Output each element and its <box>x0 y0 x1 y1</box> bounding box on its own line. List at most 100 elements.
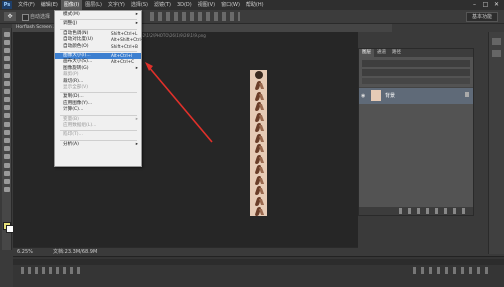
menu-option: 应用数据组(L)... <box>55 123 141 129</box>
image-frame <box>251 154 266 165</box>
auto-select-checkbox[interactable] <box>22 14 29 21</box>
image-figure-detail <box>258 198 265 205</box>
menu-option[interactable]: 自动颜色(O) Shift+Ctrl+B <box>55 44 141 50</box>
layer-filter-row[interactable] <box>362 60 470 67</box>
menu-option-label: 模式(M) <box>63 12 80 17</box>
blend-mode-row[interactable] <box>362 69 470 76</box>
menu-item[interactable]: 窗口(W) <box>218 0 243 10</box>
zoom-tool-icon[interactable] <box>3 187 10 193</box>
status-bar: 6.25% 文档:23.3M/68.9M <box>13 247 358 256</box>
menu-option: 显示全部(V) <box>55 85 141 91</box>
menu-option[interactable]: 计算(C)... <box>55 107 141 113</box>
menu-option[interactable]: 模式(M) ▸ <box>55 12 141 18</box>
menu-separator <box>60 51 137 52</box>
healing-tool-icon[interactable] <box>3 80 10 86</box>
tab-channels[interactable]: 通道 <box>374 49 389 57</box>
pen-tool-icon[interactable] <box>3 146 10 152</box>
lasso-tool-icon[interactable] <box>3 47 10 53</box>
image-frame <box>251 122 266 133</box>
minimize-icon[interactable]: – <box>470 1 479 8</box>
eraser-tool-icon[interactable] <box>3 113 10 119</box>
menu-option-label: 分析(A) <box>63 141 79 147</box>
history-brush-tool-icon[interactable] <box>3 105 10 111</box>
crop-tool-icon[interactable] <box>3 64 10 70</box>
tab-paths[interactable]: 路径 <box>389 49 404 57</box>
workspace-select[interactable]: 基本功能 <box>466 12 498 22</box>
menu-option-shortcut: Shift+Ctrl+B <box>111 43 138 49</box>
image-figure-detail <box>258 188 265 194</box>
menu-item[interactable]: 文字(Y) <box>105 0 128 10</box>
align-icons[interactable] <box>150 12 240 21</box>
image-frame <box>251 175 266 186</box>
move-tool-icon[interactable]: ✥ <box>4 12 16 21</box>
marquee-tool-icon[interactable] <box>3 39 10 45</box>
image-figure-detail <box>258 83 265 89</box>
image-figure-detail <box>258 125 265 131</box>
eyedropper-tool-icon[interactable] <box>3 72 10 78</box>
image-frame <box>251 80 266 91</box>
image-menu-dropdown: 模式(M) ▸ 调整(J) ▸ 自动色调(N) Shift+Ctrl+L 自动对比度(U) A… <box>54 10 147 167</box>
timeline-controls[interactable] <box>21 267 81 274</box>
properties-panel-icon[interactable] <box>492 50 501 57</box>
menu-item[interactable]: 编辑(E) <box>38 0 61 10</box>
menu-item[interactable]: 视图(V) <box>195 0 218 10</box>
hand-tool-icon[interactable] <box>3 178 10 184</box>
dodge-tool-icon[interactable] <box>3 138 10 144</box>
image-figure-detail <box>258 209 265 215</box>
menu-items: 文件(F) 编辑(E) 图像(I) 图层(L) 文字(Y) 选择(S) 滤镜(T) 3D(D)… <box>15 0 267 10</box>
path-select-tool-icon[interactable] <box>3 162 10 168</box>
timeline-controls-right[interactable] <box>413 267 493 274</box>
document-info: 文档:23.3M/68.9M <box>53 249 98 255</box>
blur-tool-icon[interactable] <box>3 129 10 135</box>
image-frame <box>251 112 266 123</box>
zoom-level[interactable]: 6.25% <box>17 248 33 256</box>
quick-select-tool-icon[interactable] <box>3 56 10 62</box>
type-tool-icon[interactable] <box>3 154 10 160</box>
menu-separator <box>60 28 137 30</box>
menu-item[interactable]: 选择(S) <box>128 0 151 10</box>
document-image[interactable] <box>250 70 267 216</box>
clone-stamp-tool-icon[interactable] <box>3 97 10 103</box>
history-panel-icon[interactable] <box>492 38 501 45</box>
menu-item[interactable]: 文件(F) <box>15 0 38 10</box>
photoshop-logo: Ps <box>2 1 12 9</box>
panel-dock <box>488 32 504 254</box>
move-tool-icon[interactable] <box>3 31 10 37</box>
submenu-arrow-icon: ▸ <box>135 12 138 17</box>
tab-layers[interactable]: 图层 <box>359 49 374 57</box>
image-figure-detail <box>258 93 265 100</box>
image-figure-detail <box>258 135 265 142</box>
menu-option[interactable]: 调整(J) ▸ <box>55 21 141 27</box>
image-figure-detail <box>258 104 265 110</box>
toolbox <box>2 28 14 250</box>
layers-panel-tabs: 图层 通道 路径 <box>359 49 473 57</box>
brush-tool-icon[interactable] <box>3 88 10 94</box>
image-frame <box>251 143 266 154</box>
image-frame <box>251 91 266 102</box>
gradient-tool-icon[interactable] <box>3 121 10 127</box>
image-figure-detail <box>258 114 265 121</box>
visibility-eye-icon[interactable]: ◉ <box>361 93 365 99</box>
menu-item[interactable]: 滤镜(T) <box>151 0 174 10</box>
restore-icon[interactable]: □ <box>481 1 490 8</box>
menu-option[interactable]: 分析(A) ▸ <box>55 142 141 148</box>
shape-tool-icon[interactable] <box>3 170 10 176</box>
lock-row[interactable] <box>362 78 470 84</box>
menu-option-label: 显示全部(V) <box>63 85 89 90</box>
menu-item[interactable]: 图像(I) <box>60 0 83 10</box>
menu-item[interactable]: 3D(D) <box>174 0 195 10</box>
layer-row[interactable]: ◉ 背景 <box>359 87 473 104</box>
image-figure-detail <box>258 156 265 163</box>
layer-action-icons[interactable] <box>399 208 469 214</box>
close-icon[interactable]: ✕ <box>492 1 501 8</box>
menu-item[interactable]: 帮助(H) <box>243 0 267 10</box>
menu-separator <box>60 139 137 141</box>
image-figure-detail <box>258 167 265 173</box>
image-frame <box>251 101 266 112</box>
lock-icon <box>465 92 469 97</box>
layer-name: 背景 <box>385 93 396 99</box>
layer-thumbnail <box>371 90 381 101</box>
image-frame <box>251 206 266 217</box>
image-frame <box>251 133 266 144</box>
menu-item[interactable]: 图层(L) <box>82 0 105 10</box>
